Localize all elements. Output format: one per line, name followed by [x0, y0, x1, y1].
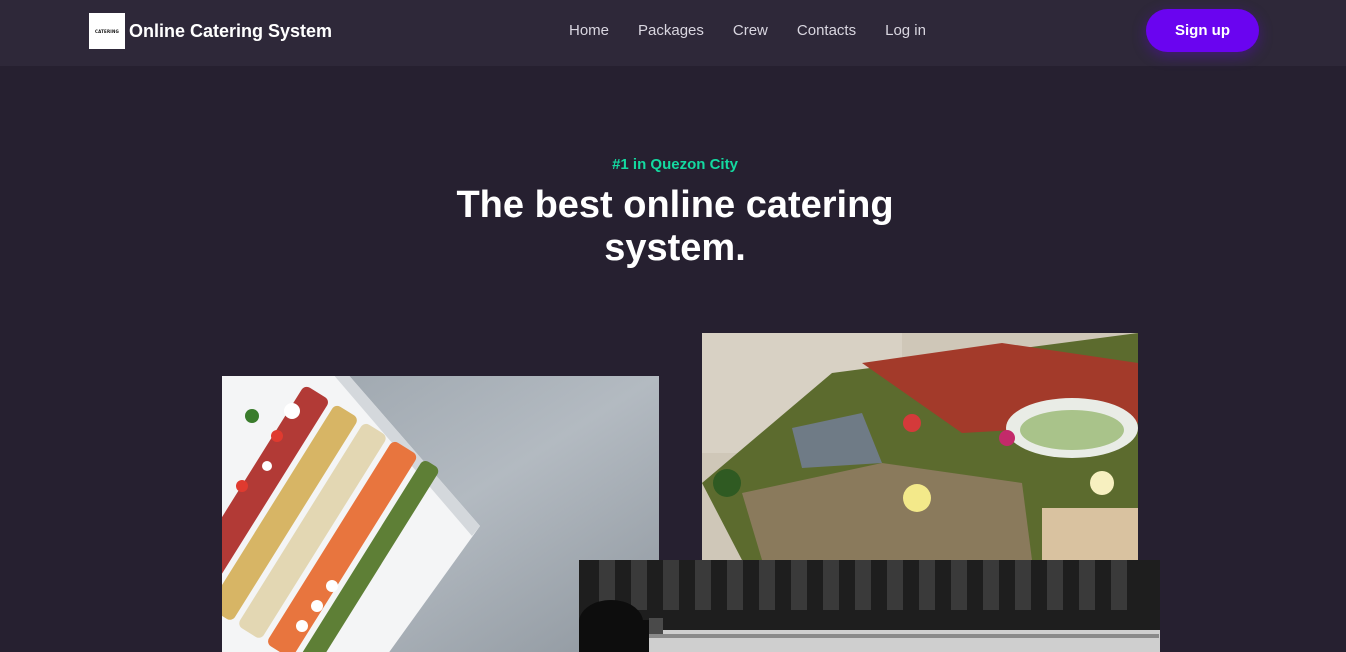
nav-link-crew[interactable]: Crew [733, 21, 768, 41]
brand-link[interactable]: CATERING Online Catering System [89, 13, 332, 49]
nav-link-packages[interactable]: Packages [638, 21, 704, 41]
logo: CATERING [89, 13, 125, 49]
grazing-platter-photo [702, 333, 1138, 560]
signup-button[interactable]: Sign up [1146, 9, 1259, 52]
nav-link-home[interactable]: Home [569, 21, 609, 41]
brand-name: Online Catering System [129, 20, 333, 41]
hero-title: The best online catering system. [456, 184, 894, 269]
hero-kicker: #1 in Quezon City [612, 156, 738, 173]
main-nav: Home Packages Crew Contacts Log in [569, 21, 955, 41]
logo-text: CATERING [95, 28, 119, 34]
nav-link-contacts[interactable]: Contacts [797, 21, 856, 41]
navbar: CATERING Online Catering System Home Pac… [0, 0, 1346, 66]
nav-link-login[interactable]: Log in [885, 21, 926, 41]
kitchen-photo [579, 560, 1160, 652]
